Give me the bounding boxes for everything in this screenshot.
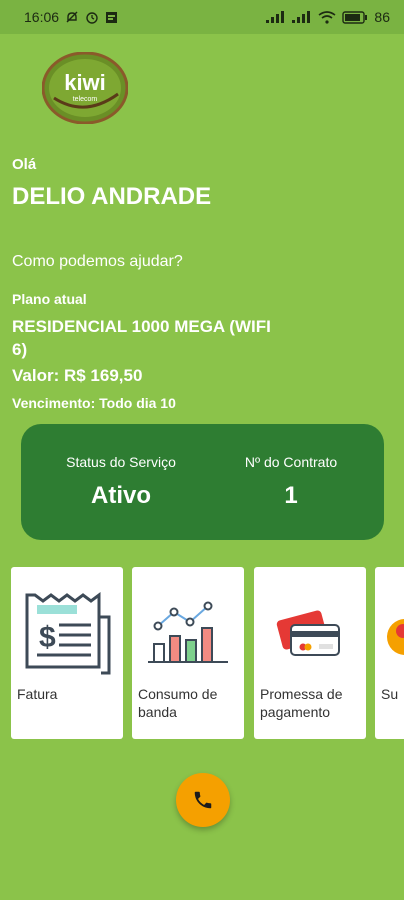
status-bar: 16:06 86	[0, 0, 404, 34]
service-status: Status do Serviço Ativo	[31, 424, 211, 510]
service-status-value: Ativo	[91, 482, 151, 509]
svg-text:$: $	[39, 621, 56, 654]
call-button[interactable]	[176, 773, 230, 827]
contract-number-value: 1	[284, 482, 298, 509]
svg-text:kiwi: kiwi	[64, 70, 106, 95]
status-time: 16:06	[24, 9, 60, 25]
plan-due: Vencimento: Todo dia 10	[12, 395, 176, 411]
service-status-label: Status do Serviço	[66, 454, 176, 470]
credit-card-icon	[254, 585, 366, 685]
contract-number: Nº do Contrato 1	[201, 424, 381, 510]
mute-icon	[65, 10, 79, 24]
contract-number-label: Nº do Contrato	[244, 454, 338, 470]
signal-icon	[266, 11, 286, 23]
battery-level: 86	[374, 9, 390, 25]
tile-promessa-de-pagamento[interactable]: Promessa de pagamento	[254, 567, 366, 739]
tile-label: Consumo de banda	[138, 686, 218, 720]
phone-icon	[192, 789, 214, 811]
bandwidth-chart-icon	[132, 585, 244, 685]
wifi-icon	[318, 10, 336, 24]
support-icon	[375, 585, 404, 685]
svg-text:telecom: telecom	[73, 96, 98, 103]
user-name: DELIO ANDRADE	[12, 183, 212, 210]
help-text: Como podemos ajudar?	[12, 253, 183, 270]
invoice-icon: $	[11, 585, 123, 685]
notification-icon	[105, 11, 118, 24]
battery-icon	[342, 10, 368, 24]
tile-fatura[interactable]: $ Fatura	[11, 567, 123, 739]
tile-suporte[interactable]: Su	[375, 567, 404, 739]
tile-label: Su	[381, 686, 399, 702]
alarm-icon	[85, 10, 99, 24]
tile-label: Fatura	[17, 686, 58, 702]
menu-tiles: $ Fatura Consumo de banda Promessa de pa…	[0, 567, 404, 739]
service-status-card: Status do Serviço Ativo Nº do Contrato 1	[21, 424, 384, 540]
plan-label: Plano atual	[12, 291, 87, 307]
greeting-hello: Olá	[12, 156, 37, 173]
plan-name: RESIDENCIAL 1000 MEGA (WIFI 6)	[12, 317, 271, 359]
kiwi-logo: kiwi telecom	[41, 51, 129, 125]
signal-4g-icon	[292, 11, 312, 23]
tile-consumo-de-banda[interactable]: Consumo de banda	[132, 567, 244, 739]
plan-value: Valor: R$ 169,50	[12, 366, 143, 385]
tile-label: Promessa de pagamento	[260, 686, 343, 720]
